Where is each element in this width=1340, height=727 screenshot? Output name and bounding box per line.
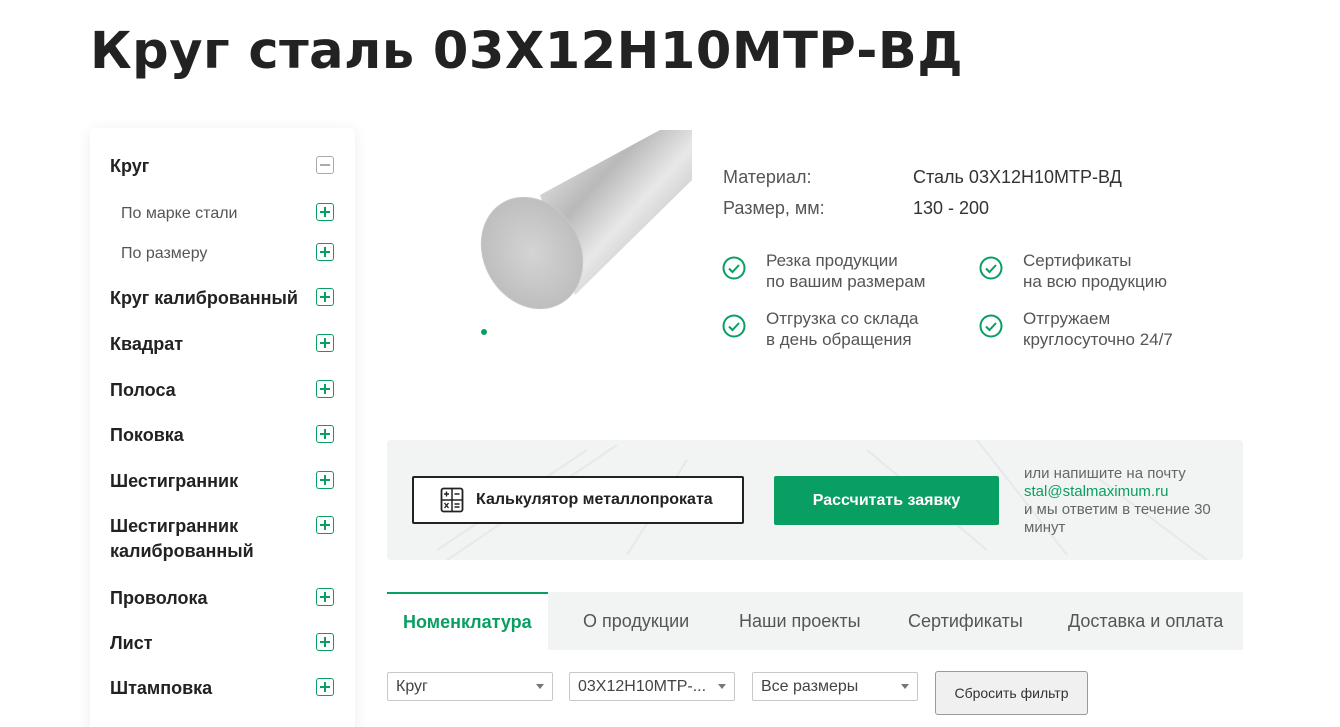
sidebar-item-by-grade[interactable]: По марке стали [121,201,340,226]
sidebar-item-kvadrat[interactable]: Квадрат [110,332,340,357]
sidebar-item-label: Квадрат [110,334,184,354]
tab-projects[interactable]: Наши проекты [739,592,861,650]
expand-icon[interactable] [316,334,334,352]
page-title: Круг сталь 03Х12Н10МТР-ВД [90,22,964,81]
contact-line-2: и мы ответим в течение 30 минут [1024,501,1211,536]
sidebar-item-krug-calibrated[interactable]: Круг калиброванный [110,286,340,311]
sidebar-item-label: Шестигранник [110,471,239,491]
grade-select-value: 03Х12Н10МТР-... [578,677,707,695]
tab-nomenclature[interactable]: Номенклатура [387,592,548,650]
expand-icon[interactable] [316,516,334,534]
check-circle-icon [979,314,1003,338]
sidebar-item-label: Круг [110,156,150,176]
chevron-down-icon [901,684,909,689]
calculator-button[interactable]: Калькулятор металлопроката [412,476,744,524]
shape-select[interactable]: Круг [387,672,553,701]
sidebar-item-pokovka[interactable]: Поковка [110,423,340,448]
feature-text: Отгрузка со склада в день обращения [766,309,919,349]
sidebar-item-by-size[interactable]: По размеру [121,241,340,266]
sidebar-item-label: Штамповка [110,678,213,698]
sidebar-item-label: Круг калиброванный [110,288,298,308]
check-circle-icon [979,256,1003,280]
product-image [480,130,692,310]
expand-icon[interactable] [316,678,334,696]
size-select-value: Все размеры [761,677,859,695]
tab-certificates[interactable]: Сертификаты [908,592,1023,650]
calculate-request-button[interactable]: Рассчитать заявку [774,476,999,525]
sidebar-item-shtampovka[interactable]: Штамповка [110,676,340,701]
product-tabs: Номенклатура О продукции Наши проекты Се… [387,592,1243,650]
contact-line-1: или напишите на почту [1024,465,1186,482]
grade-select[interactable]: 03Х12Н10МТР-... [569,672,735,701]
category-sidebar: Круг По марке стали По размеру Круг кали… [90,128,355,727]
contact-info: или напишите на почту stal@stalmaximum.r… [1024,465,1239,537]
sidebar-item-krug[interactable]: Круг [110,154,340,179]
sidebar-item-label: По размеру [121,245,208,262]
expand-icon[interactable] [316,380,334,398]
tab-about[interactable]: О продукции [583,592,689,650]
sidebar-item-provoloka[interactable]: Проволока [110,586,340,611]
carousel-dot[interactable] [481,329,487,335]
expand-icon[interactable] [316,243,334,261]
sidebar-item-label: Шестигранник калиброванный [110,516,254,561]
expand-icon[interactable] [316,588,334,606]
sidebar-item-label: Проволока [110,588,208,608]
sidebar-item-hexagon[interactable]: Шестигранник [110,469,340,494]
reset-filter-button[interactable]: Сбросить фильтр [935,671,1088,715]
size-value: 130 - 200 [913,198,990,218]
email-link[interactable]: stal@stalmaximum.ru [1024,483,1239,501]
expand-icon[interactable] [316,425,334,443]
material-label: Материал: [723,167,812,187]
expand-icon[interactable] [316,203,334,221]
calculator-icon [440,487,464,513]
material-value: Сталь 03Х12Н10МТР-ВД [913,167,1122,187]
sidebar-item-label: Полоса [110,380,176,400]
expand-icon[interactable] [316,288,334,306]
feature-text: Отгружаем круглосуточно 24/7 [1023,309,1173,349]
sidebar-item-label: По марке стали [121,205,238,222]
sidebar-item-label: Лист [110,633,153,653]
calculator-button-label: Калькулятор металлопроката [476,491,713,508]
size-label: Размер, мм: [723,198,825,218]
feature-text: Резка продукции по вашим размерам [766,251,926,291]
feature-text: Сертификаты на всю продукцию [1023,251,1167,291]
check-circle-icon [722,256,746,280]
size-select[interactable]: Все размеры [752,672,918,701]
chevron-down-icon [536,684,544,689]
shape-select-value: Круг [396,677,428,695]
sidebar-item-hexagon-calibrated[interactable]: Шестигранник калиброванный [110,514,340,564]
chevron-down-icon [718,684,726,689]
tab-delivery[interactable]: Доставка и оплата [1068,592,1223,650]
collapse-icon[interactable] [316,156,334,174]
sidebar-item-label: Поковка [110,425,184,445]
sidebar-item-polosa[interactable]: Полоса [110,378,340,403]
expand-icon[interactable] [316,471,334,489]
expand-icon[interactable] [316,633,334,651]
sidebar-item-list[interactable]: Лист [110,631,340,656]
check-circle-icon [722,314,746,338]
